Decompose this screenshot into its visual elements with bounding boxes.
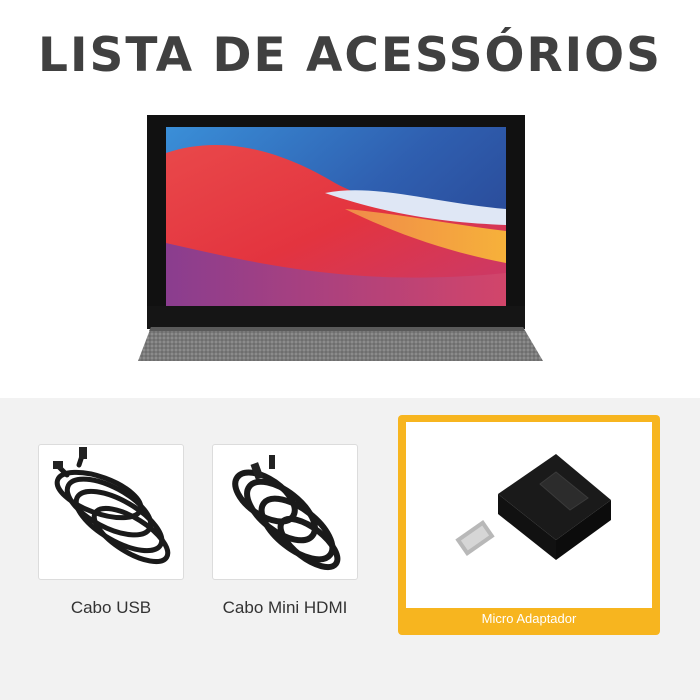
micro-adapter-highlight: Micro Adaptador: [398, 415, 660, 635]
micro-hdmi-adapter-icon: [455, 454, 611, 560]
usb-cable-icon: [53, 447, 171, 565]
page-title: LISTA DE ACESSÓRIOS: [38, 28, 662, 83]
usb-cable-card: [38, 444, 184, 580]
micro-adapter-card: [406, 422, 652, 608]
mini-hdmi-cable-icon: [232, 455, 341, 571]
portable-monitor-image: [135, 113, 550, 365]
usb-cable-label: Cabo USB: [70, 598, 152, 617]
mini-hdmi-cable-card: [212, 444, 358, 580]
mini-hdmi-cable-label: Cabo Mini HDMI: [222, 598, 348, 617]
micro-adapter-label: Micro Adaptador: [481, 611, 577, 626]
